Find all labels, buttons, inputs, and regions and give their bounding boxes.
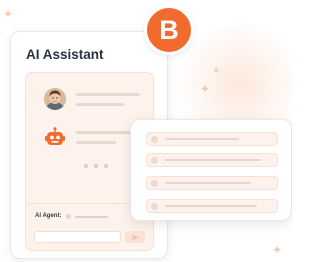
list-item[interactable] — [146, 176, 278, 190]
sparkle-icon: ✦ — [212, 66, 221, 77]
agent-name-line — [75, 215, 108, 218]
card-title: AI Assistant — [26, 47, 104, 62]
robot-icon — [44, 127, 66, 149]
sparkle-icon: ✦ — [272, 243, 283, 257]
agent-status-dot — [66, 214, 71, 219]
user-avatar-icon — [44, 88, 66, 110]
list-item-dot — [151, 136, 158, 143]
list-item-dot — [151, 203, 158, 210]
agent-label: AI Agent: — [35, 213, 62, 219]
list-item-line — [165, 138, 239, 140]
list-item[interactable] — [146, 199, 278, 213]
message-line — [76, 93, 140, 96]
brand-logo-badge: B — [144, 5, 194, 55]
message-line — [76, 103, 124, 106]
brand-logo-letter: B — [159, 14, 179, 45]
list-item[interactable] — [146, 132, 278, 146]
typing-dot — [104, 164, 108, 168]
message-line — [76, 141, 116, 144]
typing-dot — [94, 164, 98, 168]
list-card — [130, 119, 292, 221]
list-item-line — [165, 159, 261, 161]
list-item-line — [165, 182, 251, 184]
send-icon — [131, 234, 139, 240]
typing-dot — [84, 164, 88, 168]
list-item-dot — [151, 180, 158, 187]
sparkle-icon: ✦ — [200, 82, 211, 96]
sparkle-icon: ✦ — [3, 7, 14, 21]
list-item[interactable] — [146, 153, 278, 167]
message-input[interactable] — [34, 231, 121, 243]
scene: ✦ ✦ ✦ ✦ ✦ AI Assistant — [0, 0, 292, 262]
list-item-line — [165, 205, 257, 207]
send-button[interactable] — [125, 231, 145, 243]
list-item-dot — [151, 157, 158, 164]
